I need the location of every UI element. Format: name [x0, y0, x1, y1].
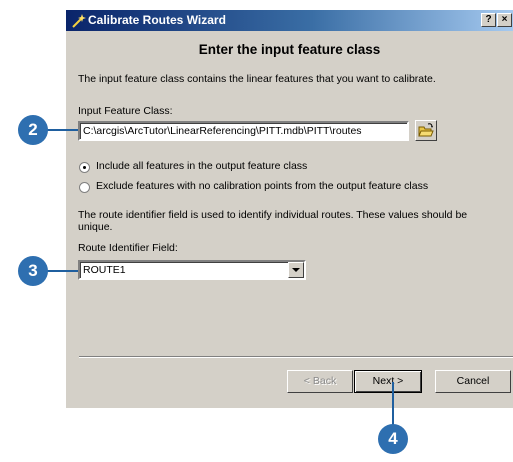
callout-2-leader — [44, 129, 78, 131]
wizard-wand-icon — [72, 14, 86, 28]
include-all-radio[interactable] — [79, 162, 90, 173]
window-title: Calibrate Routes Wizard — [88, 13, 226, 27]
back-button[interactable]: < Back — [287, 370, 353, 393]
title-bar: Calibrate Routes Wizard ? × — [66, 10, 513, 31]
exclude-features-radio[interactable] — [79, 182, 90, 193]
input-feature-class-field[interactable]: C:\arcgis\ArcTutor\LinearReferencing\PIT… — [78, 121, 409, 141]
route-identifier-dropdown[interactable]: ROUTE1 — [78, 260, 306, 280]
callout-3: 3 — [18, 256, 48, 286]
browse-button[interactable] — [415, 120, 437, 141]
callout-4: 4 — [378, 424, 408, 454]
input-feature-class-label: Input Feature Class: — [78, 105, 173, 117]
close-button[interactable]: × — [497, 13, 512, 27]
cancel-button[interactable]: Cancel — [435, 370, 511, 393]
calibrate-routes-wizard-dialog: Calibrate Routes Wizard ? × Enter the in… — [66, 10, 513, 408]
route-description-text: The route identifier field is used to id… — [78, 209, 468, 233]
description-text: The input feature class contains the lin… — [78, 73, 436, 85]
help-button[interactable]: ? — [481, 13, 496, 27]
open-folder-icon — [418, 123, 434, 137]
page-heading: Enter the input feature class — [198, 42, 381, 57]
callout-4-leader — [392, 382, 394, 426]
callout-2: 2 — [18, 115, 48, 145]
exclude-features-label: Exclude features with no calibration poi… — [96, 180, 429, 192]
button-separator — [79, 356, 513, 358]
chevron-down-icon — [292, 268, 300, 272]
next-button[interactable]: Next > — [354, 370, 422, 393]
include-all-label: Include all features in the output featu… — [96, 160, 308, 172]
dropdown-button[interactable] — [288, 262, 304, 278]
route-identifier-label: Route Identifier Field: — [78, 242, 178, 254]
callout-3-leader — [44, 270, 78, 272]
radio-selected-dot — [83, 166, 86, 169]
